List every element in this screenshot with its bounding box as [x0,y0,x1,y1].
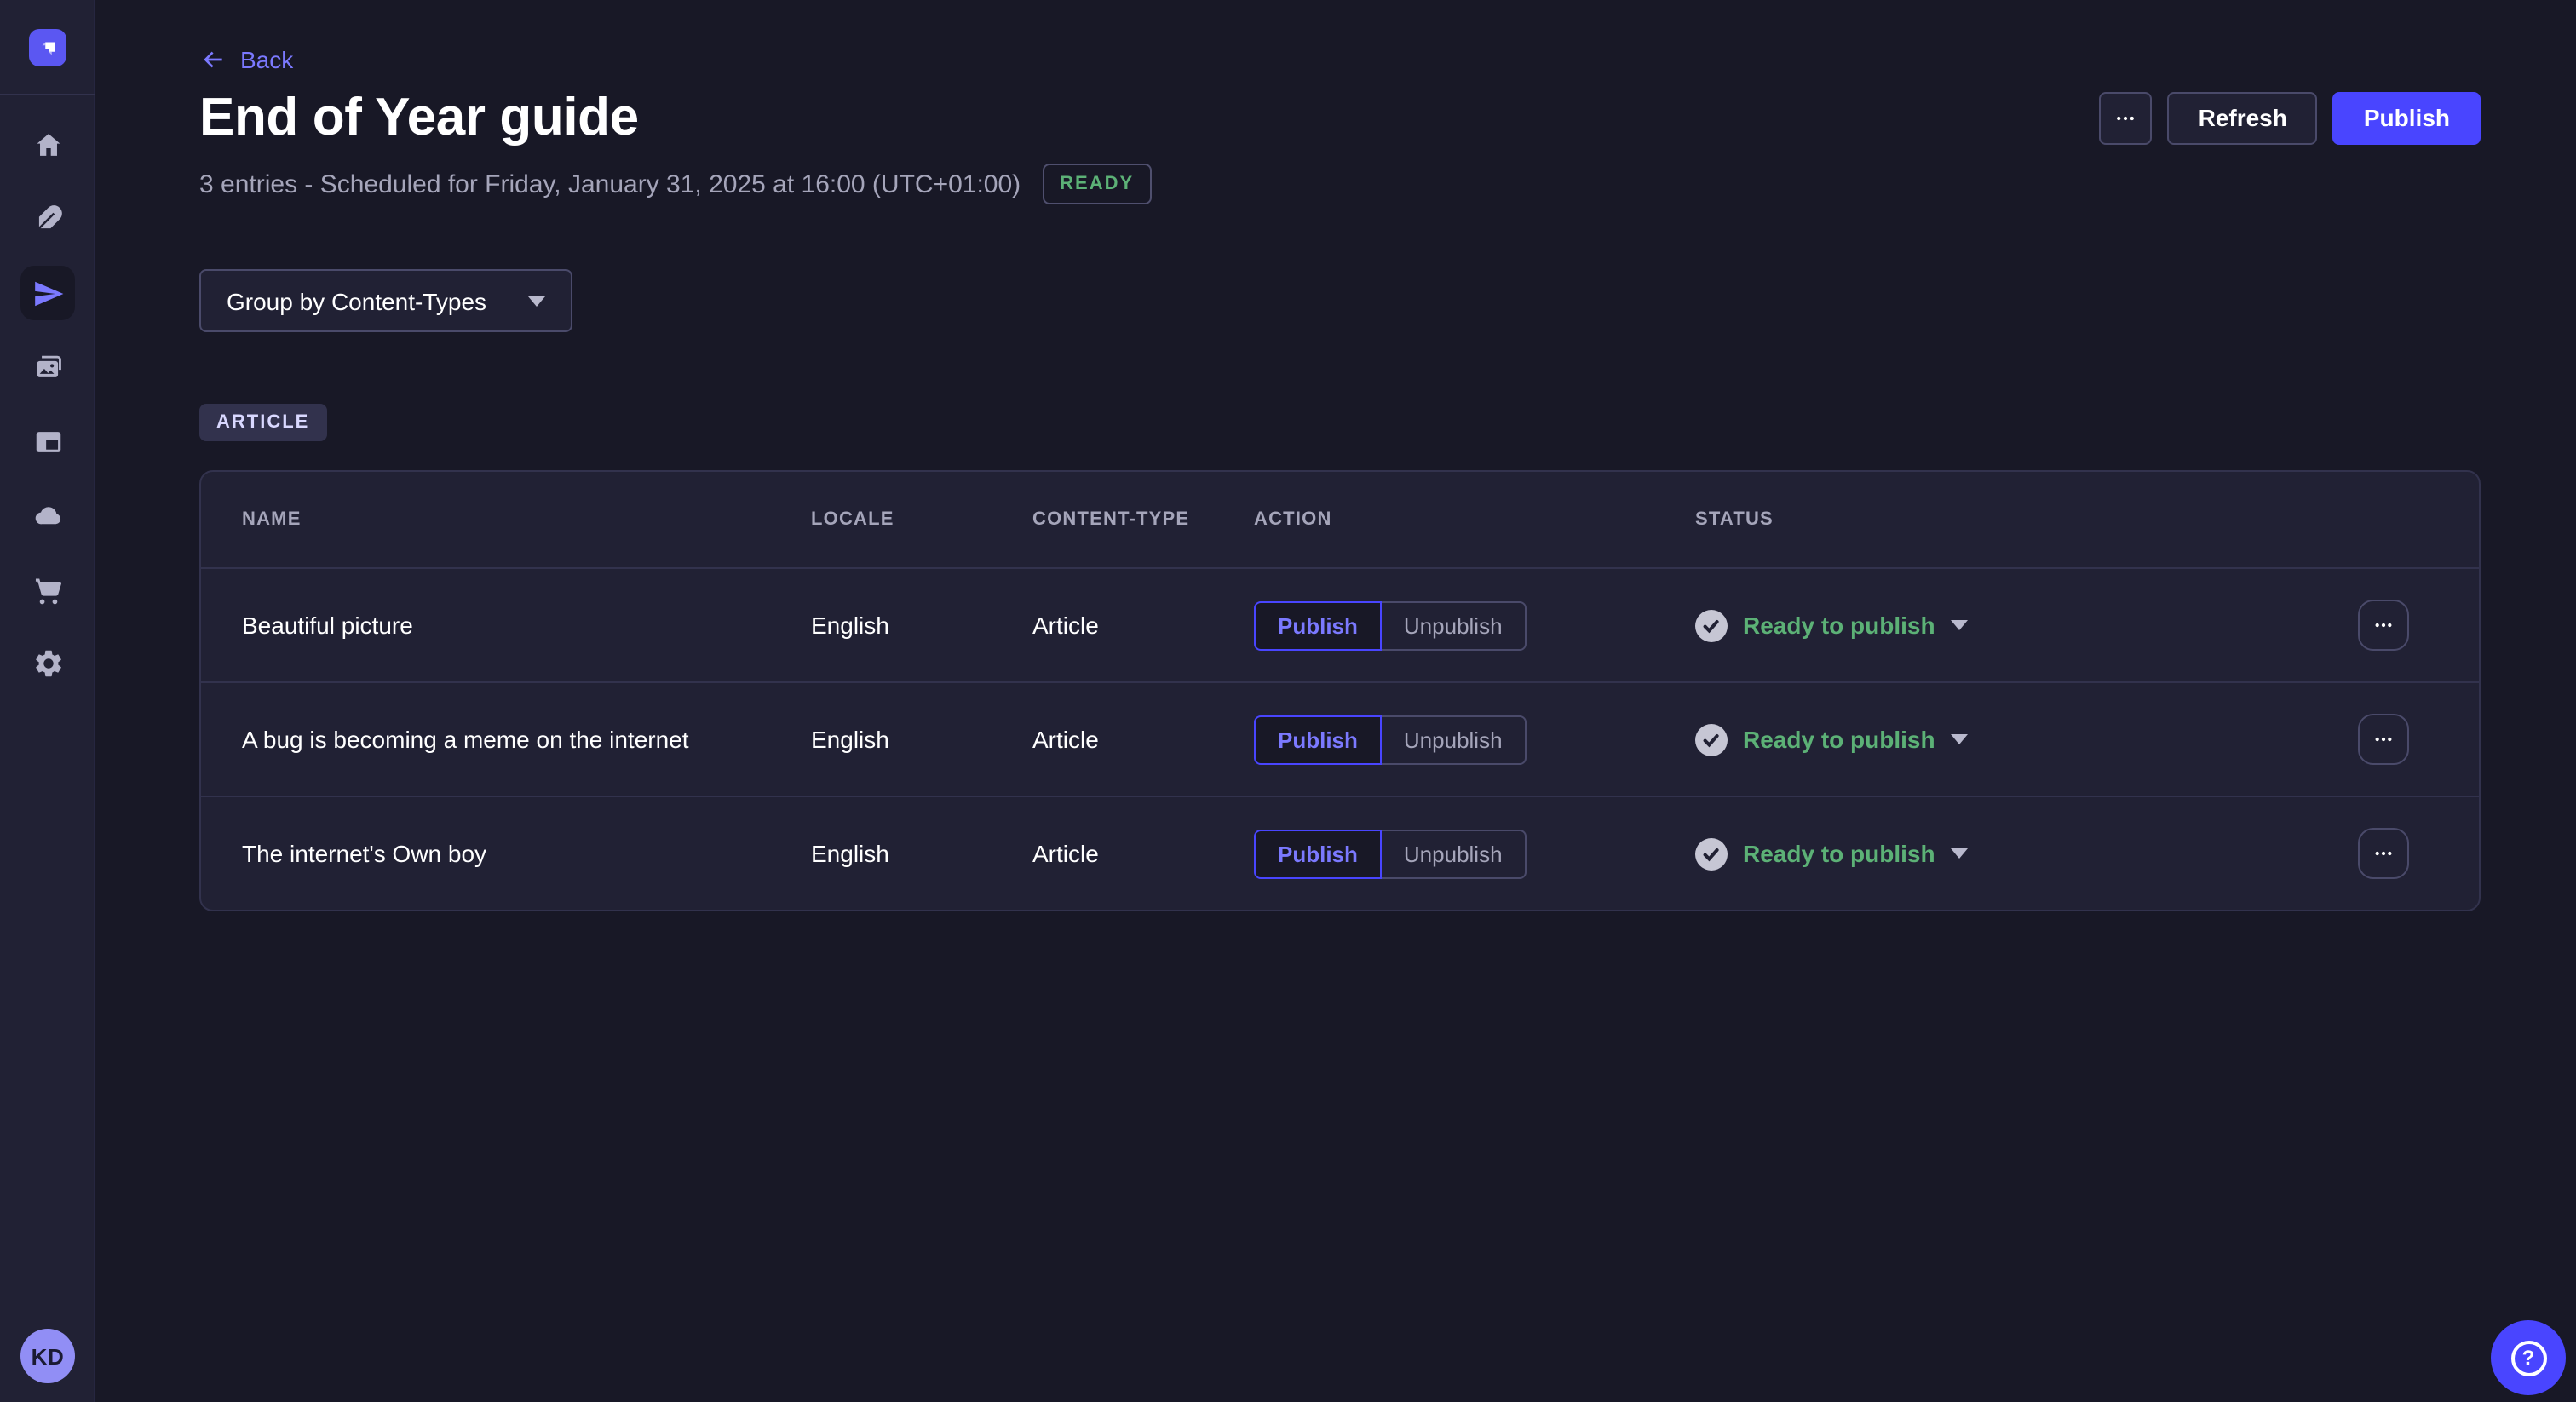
table-header: NAME LOCALE CONTENT-TYPE ACTION STATUS [201,472,2479,567]
chevron-down-icon [1951,848,1968,859]
group-by-value: Group by Content-Types [227,287,486,314]
row-more-button[interactable] [2358,600,2409,651]
release-subtitle: 3 entries - Scheduled for Friday, Januar… [199,170,1021,198]
group-by-select[interactable]: Group by Content-Types [199,269,572,332]
row-more-button[interactable] [2358,828,2409,879]
sidebar-item-settings[interactable] [20,635,75,690]
sidebar-item-content-type-builder[interactable] [20,414,75,468]
status-label: Ready to publish [1743,726,1935,753]
back-label: Back [240,46,293,73]
back-link[interactable]: Back [199,0,293,73]
main-content: Back End of Year guide Refresh Publish 3… [95,0,2576,911]
sidebar-item-media-library[interactable] [20,339,75,394]
action-toggle: Publish Unpublish [1254,715,1695,764]
strapi-logo-glyph [35,35,60,60]
chevron-down-icon [528,296,545,306]
cloud-icon [32,498,64,531]
sidebar-item-marketplace[interactable] [20,562,75,617]
status-label: Ready to publish [1743,612,1935,639]
action-toggle: Publish Unpublish [1254,600,1695,650]
entry-content-type: Article [1032,612,1254,639]
gear-icon [32,646,64,679]
table-row: Beautiful picture English Article Publis… [201,567,2479,681]
question-mark-icon: ? [2510,1340,2546,1376]
app-window: KD Back End of Year guide Refresh Publis… [0,0,2576,1402]
sidebar-item-releases[interactable] [20,266,75,320]
ellipsis-icon [2370,726,2397,753]
column-status: STATUS [1695,509,2438,530]
column-content-type: CONTENT-TYPE [1032,509,1254,530]
header-actions: Refresh Publish [2100,91,2481,144]
entry-name: A bug is becoming a meme on the internet [242,726,811,753]
entry-locale: English [811,840,1032,867]
paper-plane-icon [32,277,64,309]
row-more-button[interactable] [2358,714,2409,765]
check-circle-icon [1695,609,1728,641]
home-icon [32,129,64,161]
column-action: ACTION [1254,509,1695,530]
ellipsis-icon [2370,612,2397,639]
status-label: Ready to publish [1743,840,1935,867]
arrow-left-icon [199,46,227,73]
feather-icon [32,202,64,234]
action-toggle: Publish Unpublish [1254,829,1695,878]
entry-content-type: Article [1032,840,1254,867]
entry-status[interactable]: Ready to publish [1695,837,2358,870]
chevron-down-icon [1951,734,1968,744]
entry-status[interactable]: Ready to publish [1695,723,2358,756]
page-title: End of Year guide [199,83,639,152]
table-row: A bug is becoming a meme on the internet… [201,681,2479,796]
sidebar-divider [0,94,95,95]
entry-status[interactable]: Ready to publish [1695,609,2358,641]
avatar[interactable]: KD [20,1329,75,1383]
media-library-icon [32,350,64,382]
ellipsis-icon [2370,840,2397,867]
table-row: The internet's Own boy English Article P… [201,796,2479,910]
entry-name: Beautiful picture [242,612,811,639]
check-circle-icon [1695,837,1728,870]
layout-icon [32,425,64,457]
entry-locale: English [811,612,1032,639]
sidebar-item-deploy[interactable] [20,487,75,542]
row-publish-button[interactable]: Publish [1254,600,1382,650]
row-unpublish-button[interactable]: Unpublish [1382,600,1527,650]
row-publish-button[interactable]: Publish [1254,829,1382,878]
column-name: NAME [242,509,811,530]
row-publish-button[interactable]: Publish [1254,715,1382,764]
entries-table: NAME LOCALE CONTENT-TYPE ACTION STATUS B… [199,470,2481,911]
cart-icon [32,573,64,606]
row-unpublish-button[interactable]: Unpublish [1382,715,1527,764]
refresh-button[interactable]: Refresh [2168,91,2318,144]
ellipsis-icon [2112,103,2141,132]
sidebar: KD [0,0,95,1402]
entry-name: The internet's Own boy [242,840,811,867]
column-locale: LOCALE [811,509,1032,530]
more-actions-button[interactable] [2100,91,2153,144]
status-badge: READY [1043,164,1151,204]
publish-button[interactable]: Publish [2333,91,2481,144]
entry-content-type: Article [1032,726,1254,753]
check-circle-icon [1695,723,1728,756]
row-unpublish-button[interactable]: Unpublish [1382,829,1527,878]
sidebar-item-content-manager[interactable] [20,191,75,245]
chevron-down-icon [1951,620,1968,630]
content-type-group-badge: ARTICLE [199,404,326,441]
entry-locale: English [811,726,1032,753]
help-button[interactable]: ? [2491,1320,2566,1395]
sidebar-item-home[interactable] [20,118,75,172]
strapi-logo[interactable] [29,29,66,66]
